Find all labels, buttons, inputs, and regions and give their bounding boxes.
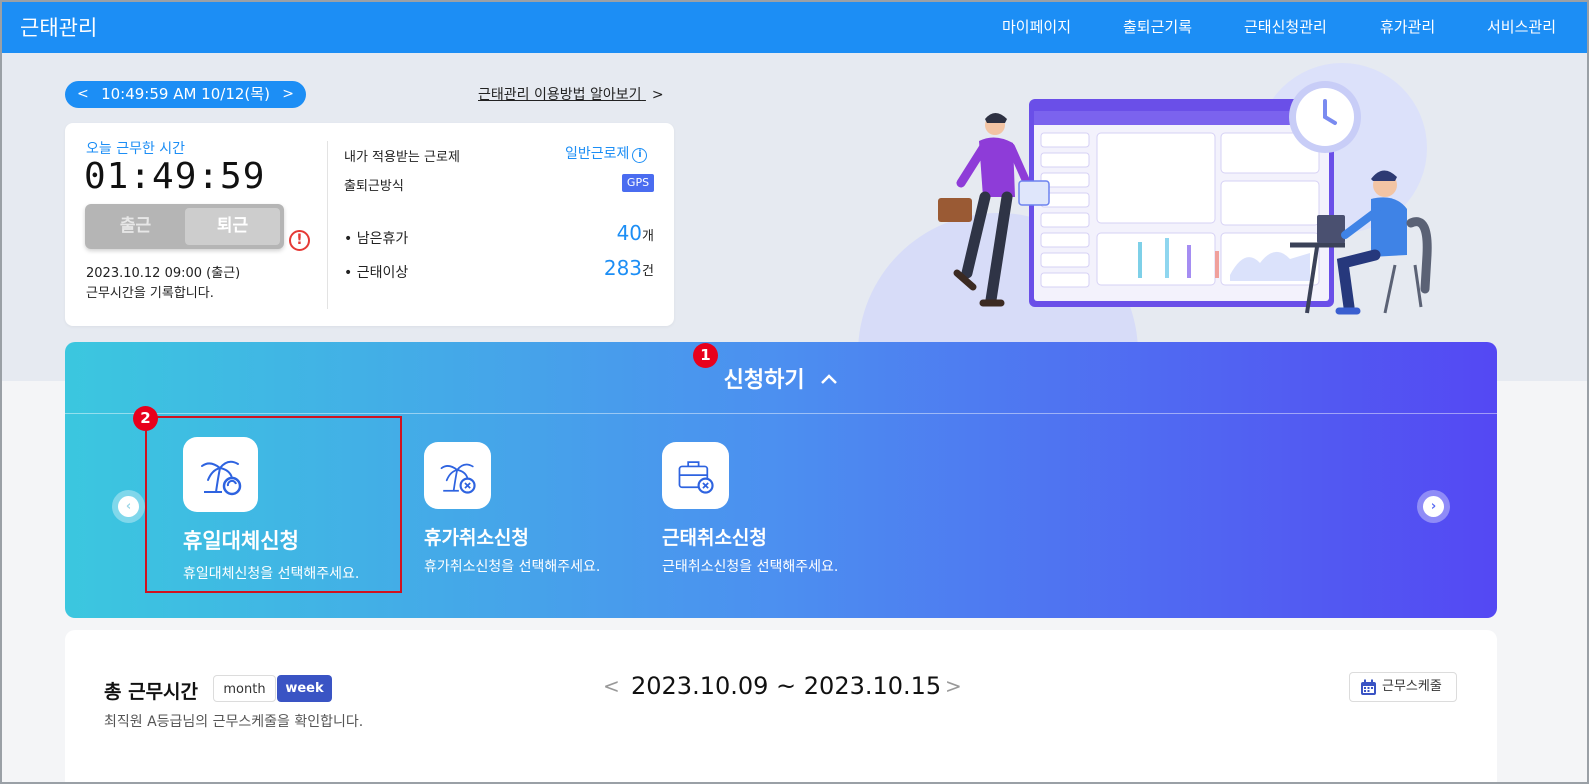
check-in-out-toggle[interactable]: 출근 퇴근 (85, 204, 284, 249)
week-view-button[interactable]: week (277, 675, 332, 702)
work-system-label: 내가 적용받는 근로제 (344, 150, 460, 165)
summary-description: 최직원 A등급님의 근무스케줄을 확인합니다. (104, 714, 364, 730)
palm-cancel-icon (424, 442, 491, 509)
chevron-left-icon: ‹ (118, 496, 139, 517)
check-in-record: 2023.10.12 09:00 (출근) (86, 266, 241, 281)
work-system-value: 일반근로제 (565, 146, 630, 162)
next-day-button[interactable]: > (282, 81, 294, 108)
date-time-navigator: < 10:49:59 AM 10/12(목) > (65, 81, 306, 108)
date-range: 2023.10.09 ~ 2023.10.15 (631, 672, 942, 700)
highlight-box (145, 416, 402, 593)
card-divider (327, 141, 328, 309)
carousel-next-button[interactable]: › (1417, 490, 1450, 523)
remaining-leave-count[interactable]: 40개 (617, 221, 654, 245)
today-worked-label: 오늘 근무한 시간 (86, 141, 186, 157)
nav-service-management[interactable]: 서비스관리 (1487, 16, 1556, 37)
chevron-right-icon: > (651, 87, 664, 103)
month-view-button[interactable]: month (213, 675, 276, 702)
app-title: 근태관리 (20, 16, 98, 40)
anomaly-value: 283 (603, 256, 643, 280)
next-week-button[interactable]: > (945, 674, 962, 698)
item-title: 휴가취소신청 (424, 527, 529, 549)
work-schedule-button[interactable]: 근무스케줄 (1349, 672, 1457, 702)
step-badge-1: 1 (693, 343, 718, 368)
total-work-title: 총 근무시간 (104, 681, 199, 703)
anomaly-label: • 근태이상 (344, 265, 409, 281)
step-badge-2: 2 (133, 406, 158, 431)
check-in-button[interactable]: 출근 (85, 204, 186, 249)
calendar-icon (1361, 679, 1376, 695)
apply-toggle[interactable]: 신청하기 (65, 362, 1497, 394)
item-desc: 휴가취소신청을 선택해주세요. (424, 559, 601, 575)
usage-guide-label: 근태관리 이용방법 알아보기 (478, 87, 642, 103)
chevron-right-icon: › (1423, 496, 1444, 517)
work-summary-card: 총 근무시간 month week 최직원 A등급님의 근무스케줄을 확인합니다… (65, 630, 1497, 784)
apply-title: 신청하기 (723, 368, 805, 393)
item-desc: 근태취소신청을 선택해주세요. (662, 559, 839, 575)
nav-request-management[interactable]: 근태신청관리 (1244, 16, 1327, 37)
prev-week-button[interactable]: < (603, 674, 620, 698)
apply-divider (65, 413, 1497, 414)
record-note: 근무시간을 기록합니다. (86, 286, 214, 301)
attendance-card: 오늘 근무한 시간 01:49:59 출근 퇴근 ! 2023.10.12 09… (65, 123, 674, 326)
work-schedule-label: 근무스케줄 (1382, 679, 1442, 694)
remaining-leave-label: • 남은휴가 (344, 231, 409, 247)
work-system-link[interactable]: 일반근로제 i (565, 143, 648, 163)
carousel-prev-button[interactable]: ‹ (112, 490, 145, 523)
remaining-leave-value: 40 (616, 221, 643, 245)
nav-attendance-records[interactable]: 출퇴근기록 (1123, 16, 1192, 37)
prev-day-button[interactable]: < (77, 81, 89, 108)
info-icon: i (632, 148, 648, 163)
briefcase-cancel-icon (662, 442, 729, 509)
top-navigation-bar: 근태관리 마이페이지 출퇴근기록 근태신청관리 휴가관리 서비스관리 (0, 0, 1589, 53)
commute-method-label: 출퇴근방식 (344, 179, 404, 194)
attendance-cancel-request[interactable]: 근태취소신청 근태취소신청을 선택해주세요. (662, 442, 882, 582)
alert-icon[interactable]: ! (289, 230, 310, 251)
current-datetime: 10:49:59 AM 10/12(목) (101, 85, 270, 103)
chevron-up-icon (821, 374, 838, 384)
leave-cancel-request[interactable]: 휴가취소신청 휴가취소신청을 선택해주세요. (424, 442, 644, 582)
nav-leave-management[interactable]: 휴가관리 (1380, 16, 1435, 37)
gps-badge: GPS (622, 174, 654, 192)
usage-guide-link[interactable]: 근태관리 이용방법 알아보기 > (478, 84, 664, 104)
check-out-button[interactable]: 퇴근 (185, 208, 280, 245)
nav-mypage[interactable]: 마이페이지 (1002, 16, 1071, 37)
item-title: 근태취소신청 (662, 527, 767, 549)
worked-time: 01:49:59 (84, 156, 266, 197)
office-illustration (938, 81, 1432, 315)
anomaly-count[interactable]: 283건 (604, 256, 654, 280)
